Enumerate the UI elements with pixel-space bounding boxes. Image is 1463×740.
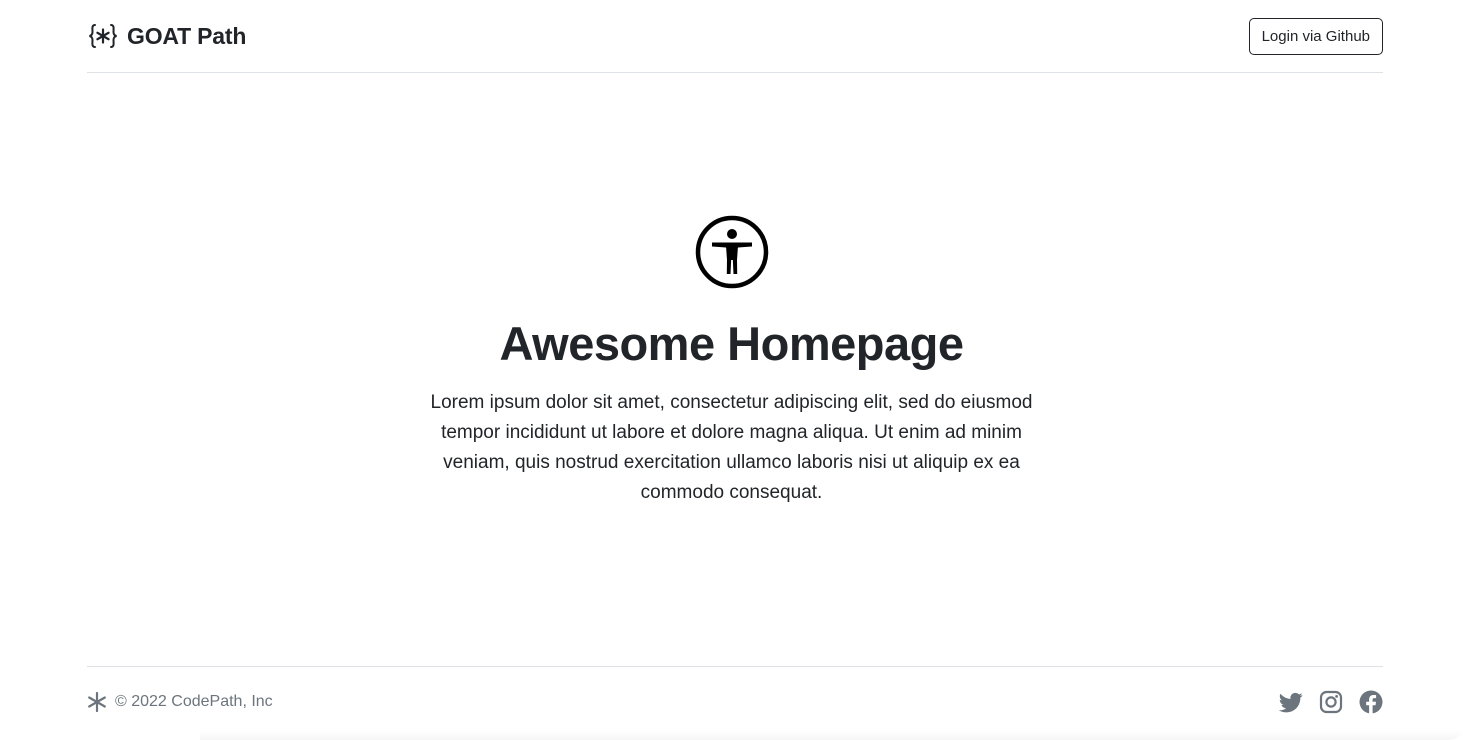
hero-description: Lorem ipsum dolor sit amet, consectetur … (430, 392, 1033, 504)
asterisk-braces-icon (87, 20, 119, 52)
asterisk-icon[interactable] (87, 691, 107, 712)
bottom-shadow (200, 730, 1463, 740)
twitter-icon[interactable] (1279, 690, 1303, 714)
page-title: Awesome Homepage (499, 317, 964, 370)
instagram-icon[interactable] (1319, 690, 1343, 714)
site-footer: © 2022 CodePath, Inc (87, 666, 1383, 736)
social-links (1279, 690, 1383, 714)
site-header: GOAT Path Login via Github (87, 0, 1383, 73)
brand-name: GOAT Path (127, 22, 247, 49)
login-github-button[interactable]: Login via Github (1248, 17, 1383, 55)
universal-access-icon (692, 212, 772, 292)
brand-link[interactable]: GOAT Path (87, 20, 246, 52)
hero-section: Awesome Homepage Lorem ipsum dolor sit a… (0, 212, 1463, 508)
footer-left: © 2022 CodePath, Inc (87, 691, 273, 712)
facebook-icon[interactable] (1359, 690, 1383, 714)
copyright-text: © 2022 CodePath, Inc (115, 692, 273, 710)
page: GOAT Path Login via Github Awesome Homep… (0, 0, 1463, 740)
